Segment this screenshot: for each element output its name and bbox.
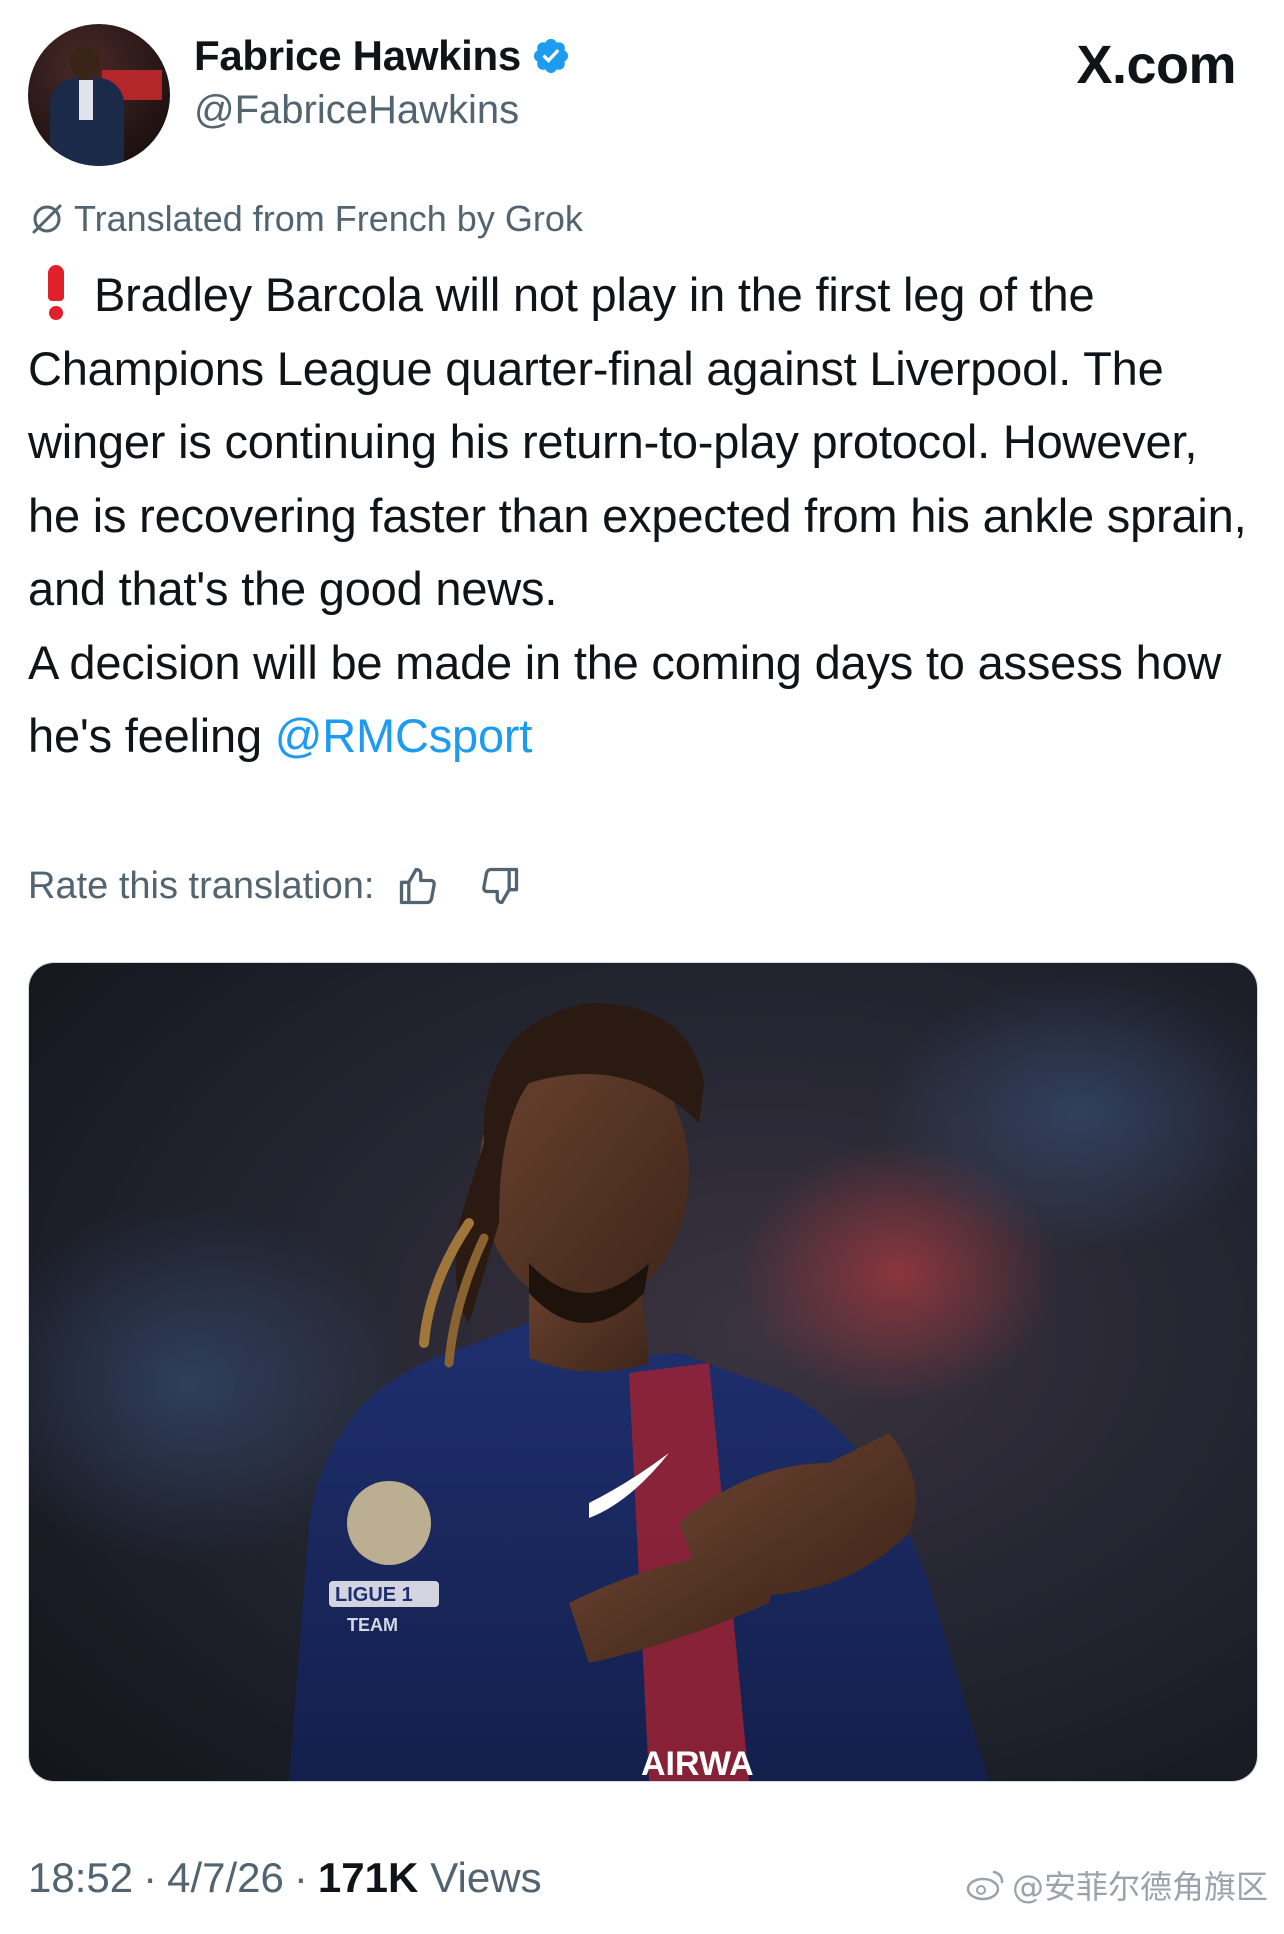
kit-badge-text: LIGUE 1 — [335, 1584, 413, 1606]
grok-icon — [28, 200, 66, 238]
views-count: 171K — [317, 1854, 419, 1901]
tweet-date[interactable]: 4/7/26 — [167, 1854, 284, 1902]
thumbs-up-icon[interactable] — [396, 864, 440, 908]
thumbs-down-icon[interactable] — [478, 864, 522, 908]
tweet-time[interactable]: 18:52 — [28, 1854, 133, 1902]
tweet-media-photo[interactable]: LIGUE 1 TEAM AIRWA — [28, 962, 1258, 1782]
tweet-meta: 18:52 · 4/7/26 · 171K Views — [28, 1854, 542, 1902]
tweet-paragraph-1-text: Bradley Barcola will not play in the fir… — [28, 268, 1247, 615]
name-row: Fabrice Hawkins — [194, 32, 571, 80]
avatar[interactable] — [28, 24, 170, 166]
player-photo-illustration: LIGUE 1 TEAM AIRWA — [29, 963, 1257, 1781]
tweet-paragraph-1: Bradley Barcola will not play in the fir… — [28, 258, 1256, 626]
watermark-text: @安菲尔德角旗区 — [1011, 1868, 1268, 1906]
meta-separator: · — [293, 1854, 308, 1901]
meta-separator: · — [143, 1854, 158, 1901]
author-display-name[interactable]: Fabrice Hawkins — [194, 32, 521, 80]
translation-notice-text: Translated from French by Grok — [74, 198, 583, 239]
tweet-header: Fabrice Hawkins @FabriceHawkins X.com — [28, 24, 1256, 166]
avatar-person-head — [70, 46, 100, 80]
rate-translation-row: Rate this translation: — [28, 864, 522, 908]
rate-translation-label: Rate this translation: — [28, 864, 375, 907]
site-brand-logo: X.com — [1076, 35, 1236, 95]
tweet-paragraph-2-text: A decision will be made in the coming da… — [28, 635, 1222, 763]
author-handle[interactable]: @FabriceHawkins — [194, 88, 519, 133]
verified-badge-icon — [531, 36, 571, 76]
tweet-text: Bradley Barcola will not play in the fir… — [28, 258, 1256, 773]
kit-team-text: TEAM — [347, 1615, 398, 1635]
avatar-shirt — [79, 80, 93, 120]
red-exclamation-icon — [40, 265, 72, 320]
translation-notice: Translated from French by Grok — [28, 198, 583, 240]
sponsor-text: AIRWA — [641, 1745, 754, 1781]
weibo-watermark: @安菲尔德角旗区 — [966, 1862, 1268, 1908]
weibo-icon — [966, 1868, 1006, 1902]
tweet-paragraph-2: A decision will be made in the coming da… — [28, 626, 1256, 773]
mention-link[interactable]: @RMCsport — [275, 709, 533, 762]
views-label: Views — [430, 1854, 542, 1901]
